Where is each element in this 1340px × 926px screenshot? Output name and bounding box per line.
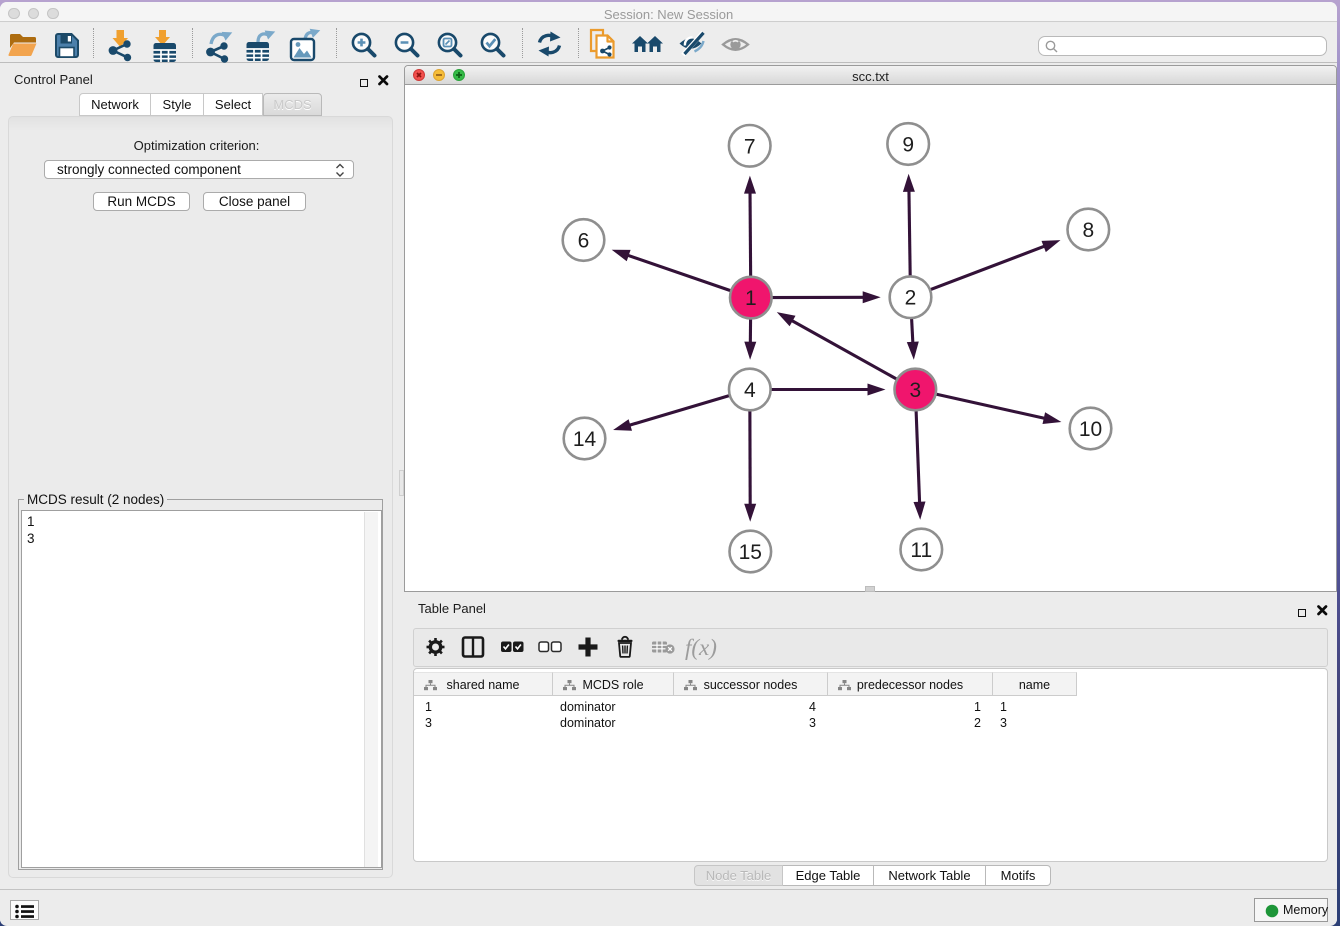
svg-text:f(x): f(x): [685, 635, 717, 660]
svg-text:4: 4: [744, 379, 756, 402]
svg-text:1: 1: [745, 287, 757, 310]
svg-text:6: 6: [578, 230, 590, 253]
svg-text:8: 8: [1082, 219, 1094, 242]
svg-text:9: 9: [902, 134, 914, 157]
svg-text:11: 11: [910, 539, 932, 562]
svg-text:14: 14: [573, 428, 597, 451]
svg-text:2: 2: [905, 287, 917, 310]
svg-text:7: 7: [744, 135, 756, 158]
svg-text:10: 10: [1079, 418, 1102, 441]
svg-text:15: 15: [739, 541, 762, 564]
svg-text:3: 3: [909, 379, 921, 402]
